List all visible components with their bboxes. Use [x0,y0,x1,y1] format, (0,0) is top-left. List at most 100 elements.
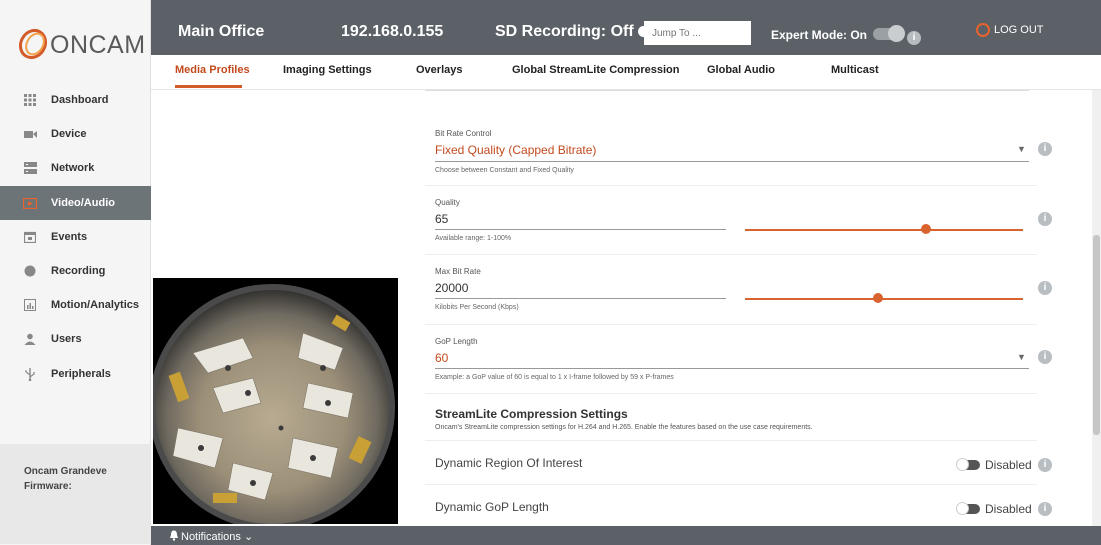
sidebar-item-motion-analytics[interactable]: Motion/Analytics [0,288,151,322]
location-name: Main Office [178,23,265,40]
active-tab-indicator [175,85,242,88]
device-ip: 192.168.0.155 [341,23,444,40]
expert-mode-label: Expert Mode: On [771,28,868,42]
logout-label: LOG OUT [994,24,1044,36]
oncam-logo-icon [18,28,48,60]
quality-value[interactable]: 65 [435,212,448,226]
tab-multicast[interactable]: Multicast [831,64,879,76]
bitrate-control-select[interactable]: Fixed Quality (Capped Bitrate) [435,143,596,157]
settings-panel: Bit Rate Control Fixed Quality (Capped B… [425,90,1052,526]
header-bar: Main Office 192.168.0.155 SD Recording: … [151,0,1101,55]
firmware-info: Oncam Grandeve Firmware: [0,444,151,544]
streamlite-section-title: StreamLite Compression Settings [435,407,628,421]
logo-text: ONCAM [50,31,146,59]
sidebar-item-label: Recording [51,265,106,277]
dynamic-roi-toggle[interactable] [956,458,980,471]
dynamic-roi-state: Disabled [985,458,1032,472]
dynamic-roi-info-icon[interactable]: i [1038,458,1052,472]
network-icon [19,162,41,174]
divider [425,324,1037,325]
quality-label: Quality [435,198,460,207]
quality-slider[interactable] [745,229,1023,231]
quality-info-icon[interactable]: i [1038,212,1052,226]
sidebar-item-label: Users [51,333,82,345]
max-bitrate-help: Kilobits Per Second (Kbps) [435,304,519,311]
bitrate-control-label: Bit Rate Control [435,129,492,138]
quality-input-underline [435,229,726,230]
bell-icon [169,530,179,544]
usb-icon [19,367,41,381]
sidebar-item-network[interactable]: Network [0,151,151,185]
video-preview[interactable] [153,278,398,524]
gop-length-select[interactable]: 60 [435,351,448,365]
tab-imaging-settings[interactable]: Imaging Settings [283,64,372,76]
sidebar-item-events[interactable]: Events [0,220,151,254]
record-icon [19,265,41,277]
chart-icon [19,299,41,311]
notifications-bar[interactable]: Notifications ⌄ [151,526,1101,545]
gop-length-help: Example: a GoP value of 60 is equal to 1… [435,374,674,381]
notifications-text: Notifications [181,531,241,543]
dynamic-gop-state: Disabled [985,502,1032,516]
bitrate-control-info-icon[interactable]: i [1038,142,1052,156]
sidebar-item-label: Motion/Analytics [51,299,140,311]
max-bitrate-info-icon[interactable]: i [1038,281,1052,295]
max-bitrate-input-underline [435,298,726,299]
expert-mode: Expert Mode: On i [771,25,922,45]
tab-global-streamlite[interactable]: Global StreamLite Compression [512,64,679,76]
notifications-label: Notifications ⌄ [181,530,253,543]
jump-to-input[interactable] [644,21,751,45]
chevron-down-icon: ⌄ [243,531,254,543]
chevron-down-icon[interactable]: ▼ [1017,144,1026,154]
play-icon [19,197,41,209]
sidebar-item-device[interactable]: Device [0,117,151,151]
fisheye-image [153,278,398,524]
select-underline [435,161,1029,162]
streamlite-section-subtitle: Oncam's StreamLite compression settings … [435,424,813,431]
tab-global-audio[interactable]: Global Audio [707,64,775,76]
select-underline [435,368,1029,369]
scrollbar-thumb[interactable] [1093,235,1100,435]
quality-slider-handle[interactable] [920,224,931,234]
max-bitrate-slider[interactable] [745,298,1023,300]
divider [425,393,1037,394]
sidebar-item-recording[interactable]: Recording [0,254,151,288]
gop-length-label: GoP Length [435,337,478,346]
logout-button[interactable]: LOG OUT [976,23,1044,37]
sidebar-item-label: Peripherals [51,368,111,380]
firmware-label: Firmware: [24,481,72,492]
divider [425,254,1037,255]
power-icon [976,23,990,37]
max-bitrate-value[interactable]: 20000 [435,281,468,295]
quality-help: Available range: 1-100% [435,235,512,242]
expert-mode-info-icon[interactable]: i [907,31,922,45]
tab-bar: Media Profiles Imaging Settings Overlays… [151,55,1101,90]
chevron-down-icon[interactable]: ▼ [1017,352,1026,362]
sd-recording-status: SD Recording: Off [495,22,649,42]
sidebar-item-label: Network [51,162,95,174]
grid-icon [19,94,41,106]
sidebar-item-label: Dashboard [51,94,109,106]
dynamic-gop-toggle[interactable] [956,502,980,515]
sd-recording-label: SD Recording: Off [495,23,634,40]
dynamic-gop-info-icon[interactable]: i [1038,502,1052,516]
device-model: Oncam Grandeve [24,466,107,477]
sidebar: ONCAM Dashboard Device Network Video/Aud… [0,0,151,545]
user-icon [19,333,41,345]
sidebar-item-label: Events [51,231,88,243]
sidebar-item-users[interactable]: Users [0,322,151,356]
max-bitrate-slider-handle[interactable] [873,293,884,303]
sidebar-item-peripherals[interactable]: Peripherals [0,357,151,391]
tab-media-profiles[interactable]: Media Profiles [175,64,250,76]
dynamic-gop-label: Dynamic GoP Length [435,500,549,514]
tab-overlays[interactable]: Overlays [416,64,462,76]
calendar-icon [19,231,41,243]
sidebar-item-label: Video/Audio [51,197,115,209]
divider [425,484,1037,485]
camera-icon [19,130,41,139]
sidebar-item-video-audio[interactable]: Video/Audio [0,186,151,220]
gop-length-info-icon[interactable]: i [1038,350,1052,364]
bitrate-control-help: Choose between Constant and Fixed Qualit… [435,167,574,174]
expert-mode-toggle[interactable] [873,25,906,42]
sidebar-item-dashboard[interactable]: Dashboard [0,83,151,117]
